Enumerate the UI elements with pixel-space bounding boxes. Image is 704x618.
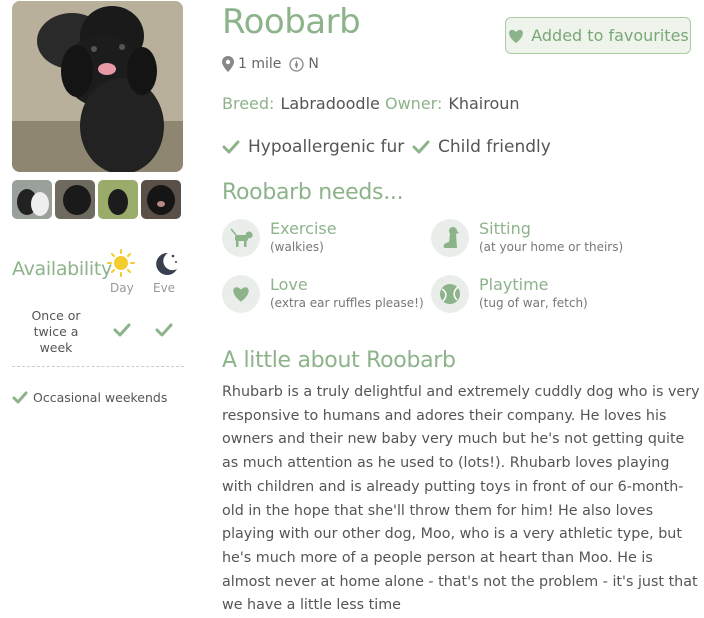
occasional-weekends: Occasional weekends — [12, 390, 167, 405]
need-title: Sitting — [479, 219, 531, 238]
heart-icon — [509, 29, 524, 43]
dog-walk-icon — [222, 219, 260, 257]
thumbnail-photo[interactable] — [98, 180, 138, 219]
feature-label: Hypoallergenic fur — [248, 137, 405, 157]
heart-icon — [222, 275, 260, 313]
main-dog-photo[interactable] — [12, 1, 183, 172]
thumbnail-photo[interactable] — [12, 180, 52, 219]
breed-row: Breed: Labradoodle — [222, 94, 380, 113]
sun-icon — [106, 248, 136, 282]
check-icon — [222, 140, 240, 154]
check-icon — [412, 140, 430, 154]
need-subtitle: (walkies) — [270, 240, 324, 254]
need-subtitle: (at your home or theirs) — [479, 240, 624, 254]
need-exercise: Exercise (walkies) — [222, 219, 337, 257]
favourite-label: Added to favourites — [531, 26, 689, 45]
feature-item: Hypoallergenic fur — [222, 137, 404, 157]
owner-label: Owner: — [385, 94, 443, 113]
day-label: Day — [110, 281, 134, 295]
added-to-favourites-button[interactable]: Added to favourites — [505, 17, 691, 54]
feature-label: Child friendly — [438, 137, 551, 157]
owner-value: Khairoun — [448, 94, 520, 113]
need-sitting: Sitting (at your home or theirs) — [431, 219, 623, 257]
owner-row: Owner: Khairoun — [385, 94, 520, 113]
dog-name-title: Roobarb — [222, 2, 361, 42]
need-title: Playtime — [479, 275, 549, 294]
availability-title: Availability — [12, 258, 112, 280]
compass-icon — [289, 56, 305, 72]
needs-title: Roobarb needs... — [222, 180, 404, 205]
divider — [12, 366, 184, 367]
need-title: Exercise — [270, 219, 337, 238]
map-pin-icon — [222, 56, 234, 72]
breed-value: Labradoodle — [280, 94, 380, 113]
need-subtitle: (tug of war, fetch) — [479, 296, 588, 310]
dog-sit-icon — [431, 219, 469, 257]
distance-text: 1 mile — [238, 56, 282, 72]
about-title: A little about Roobarb — [222, 348, 456, 373]
availability-frequency: Once or twice a week — [31, 308, 81, 355]
need-subtitle: (extra ear ruffles please!) — [270, 296, 424, 310]
thumbnail-photo[interactable] — [55, 180, 95, 219]
thumbnail-photo[interactable] — [141, 180, 181, 219]
feature-item: Child friendly — [412, 137, 551, 157]
eve-label: Eve — [153, 281, 176, 295]
need-love: Love (extra ear ruffles please!) — [222, 275, 424, 313]
breed-label: Breed: — [222, 94, 275, 113]
moon-icon — [151, 250, 179, 282]
check-icon — [12, 391, 28, 403]
need-playtime: Playtime (tug of war, fetch) — [431, 275, 588, 313]
about-text: Rhubarb is a truly delightful and extrem… — [222, 384, 700, 614]
occasional-weekends-label: Occasional weekends — [33, 390, 168, 405]
direction-text: N — [308, 56, 319, 72]
location-meta: 1 mile N — [222, 56, 319, 72]
ball-icon — [431, 275, 469, 313]
check-icon — [155, 322, 173, 342]
check-icon — [113, 322, 131, 342]
need-title: Love — [270, 275, 308, 294]
